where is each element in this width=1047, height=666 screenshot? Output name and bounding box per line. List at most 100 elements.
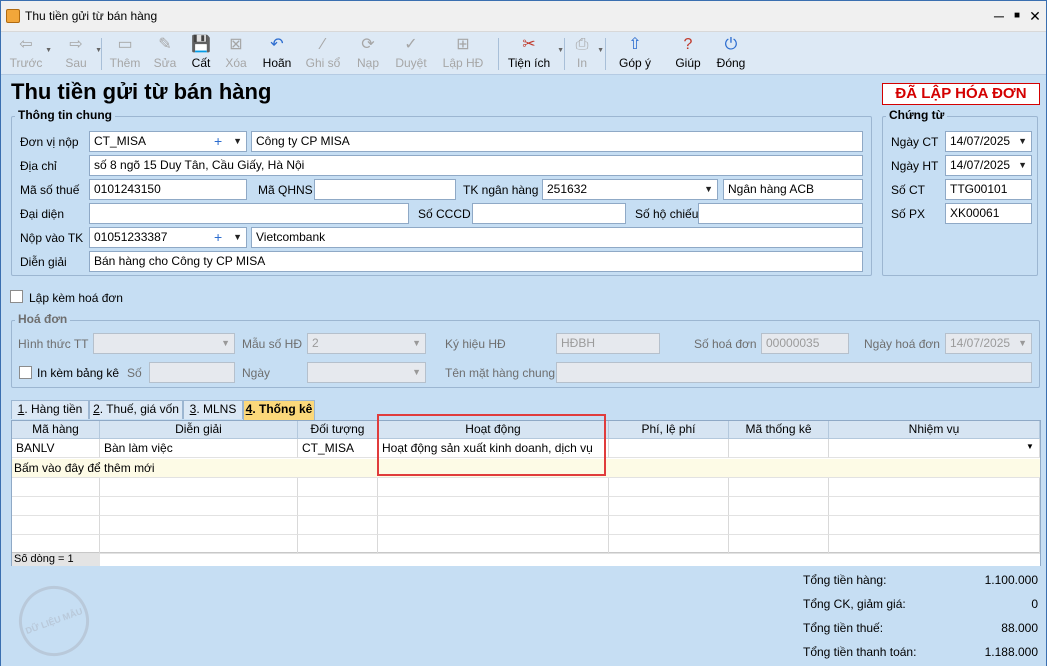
empty-cell[interactable] [609, 516, 729, 535]
column-header[interactable]: Nhiệm vụ [829, 421, 1040, 439]
close-button[interactable]: ✕ [1025, 6, 1045, 26]
tab-2[interactable]: 2. Thuế, giá vốn [89, 400, 183, 419]
empty-cell[interactable] [829, 497, 1040, 516]
chevron-down-icon[interactable]: ▼ [704, 180, 713, 199]
deposit-account-field[interactable]: 01051233387 + ▼ [89, 227, 247, 248]
toolbar-button-3[interactable]: ✎ Sửa [151, 35, 179, 73]
table-cell[interactable] [729, 439, 829, 458]
table-cell[interactable]: Bàn làm việc [100, 439, 298, 458]
table-cell[interactable]: CT_MISA [298, 439, 378, 458]
column-header[interactable]: Phí, lệ phí [609, 421, 729, 439]
chevron-down-icon[interactable]: ▼ [412, 363, 421, 382]
empty-cell[interactable] [298, 478, 378, 497]
payment-form-select[interactable]: ▼ [93, 333, 235, 354]
template-select[interactable]: 2 ▼ [307, 333, 426, 354]
toolbar-button-8[interactable]: ⟳ Nạp [353, 35, 383, 73]
empty-cell[interactable] [378, 478, 609, 497]
invoice-date-field[interactable]: 14/07/2025 ▼ [945, 333, 1032, 354]
qhns-field[interactable] [314, 179, 456, 200]
representative-field[interactable] [89, 203, 409, 224]
column-header[interactable]: Mã thống kê [729, 421, 829, 439]
common-item-field[interactable] [556, 362, 1032, 383]
toolbar-button-2[interactable]: ▭ Thêm [109, 35, 141, 73]
column-header[interactable]: Đối tượng [298, 421, 378, 439]
empty-cell[interactable] [298, 497, 378, 516]
empty-cell[interactable] [12, 478, 100, 497]
maximize-button[interactable]: ■ [1007, 6, 1027, 26]
dropdown-arrow-icon[interactable]: ▼ [45, 47, 52, 54]
table-cell[interactable] [609, 439, 729, 458]
dropdown-arrow-icon[interactable]: ▼ [597, 47, 604, 54]
chevron-down-icon[interactable]: ▼ [221, 334, 230, 353]
attachment-number-field[interactable] [149, 362, 235, 383]
toolbar-button-0[interactable]: ⇦ Trước ▼ [9, 35, 52, 73]
empty-cell[interactable] [729, 516, 829, 535]
chevron-down-icon[interactable]: ▼ [1018, 132, 1027, 151]
toolbar-button-14[interactable]: ? Giúp [671, 35, 705, 73]
empty-cell[interactable] [609, 535, 729, 554]
empty-cell[interactable] [609, 497, 729, 516]
bank-account-field[interactable]: 251632 ▼ [542, 179, 718, 200]
empty-cell[interactable] [100, 535, 298, 554]
toolbar-button-4[interactable]: 💾 Cất [189, 35, 213, 73]
payer-name-field[interactable]: Công ty CP MISA [251, 131, 863, 152]
tab-3[interactable]: 3. MLNS [183, 400, 243, 419]
empty-cell[interactable] [729, 497, 829, 516]
description-field[interactable]: Bán hàng cho Công ty CP MISA [89, 251, 863, 272]
empty-cell[interactable] [100, 478, 298, 497]
column-header[interactable]: Diễn giải [100, 421, 298, 439]
toolbar-button-6[interactable]: ↶ Hoãn [259, 35, 295, 73]
empty-cell[interactable] [729, 478, 829, 497]
payer-code-field[interactable]: CT_MISA + ▼ [89, 131, 247, 152]
empty-cell[interactable] [12, 535, 100, 554]
voucher-number-field[interactable]: TTG00101 [945, 179, 1032, 200]
attachment-date-select[interactable]: ▼ [307, 362, 426, 383]
cccd-field[interactable] [472, 203, 626, 224]
empty-cell[interactable] [100, 497, 298, 516]
chevron-down-icon[interactable]: ▼ [1018, 156, 1027, 175]
empty-cell[interactable] [100, 516, 298, 535]
voucher-date-field[interactable]: 14/07/2025 ▼ [945, 131, 1032, 152]
taxcode-field[interactable]: 0101243150 [89, 179, 247, 200]
toolbar-button-1[interactable]: ⇨ Sau ▼ [59, 35, 102, 73]
export-number-field[interactable]: XK00061 [945, 203, 1032, 224]
toolbar-button-5[interactable]: ⊠ Xóa [223, 35, 249, 73]
toolbar-button-7[interactable]: ∕ Ghi sổ [303, 35, 343, 73]
toolbar-button-12[interactable]: ⎙ In ▼ [569, 35, 604, 73]
toolbar-button-9[interactable]: ✓ Duyệt [391, 35, 431, 73]
deposit-bank-field[interactable]: Vietcombank [251, 227, 863, 248]
chevron-down-icon[interactable]: ▼ [1026, 442, 1034, 451]
table-cell[interactable]: BANLV [12, 439, 100, 458]
empty-cell[interactable] [729, 535, 829, 554]
attach-invoice-checkbox[interactable] [10, 290, 23, 303]
tab-4[interactable]: 4. Thống kê [243, 400, 315, 420]
print-attachment-checkbox[interactable] [19, 366, 32, 379]
add-icon[interactable]: + [214, 132, 222, 151]
empty-cell[interactable] [829, 478, 1040, 497]
empty-cell[interactable] [609, 478, 729, 497]
empty-cell[interactable] [298, 535, 378, 554]
table-cell[interactable] [829, 439, 1040, 458]
column-header[interactable]: Mã hàng [12, 421, 100, 439]
chevron-down-icon[interactable]: ▼ [233, 228, 242, 247]
chevron-down-icon[interactable]: ▼ [412, 334, 421, 353]
tab-1[interactable]: 1. Hàng tiền [11, 400, 89, 419]
toolbar-button-10[interactable]: ⊞ Lập HĐ [439, 35, 487, 73]
invoice-symbol-field[interactable]: HĐBH [556, 333, 660, 354]
empty-cell[interactable] [298, 516, 378, 535]
add-icon[interactable]: + [214, 228, 222, 247]
minimize-button[interactable]: ─ [989, 6, 1009, 26]
empty-cell[interactable] [378, 535, 609, 554]
empty-cell[interactable] [829, 516, 1040, 535]
empty-cell[interactable] [12, 497, 100, 516]
empty-cell[interactable] [378, 516, 609, 535]
chevron-down-icon[interactable]: ▼ [233, 132, 242, 151]
toolbar-button-15[interactable]: ⏻ Đóng [711, 35, 751, 73]
toolbar-button-13[interactable]: ⇧ Góp ý [615, 35, 655, 73]
empty-cell[interactable] [829, 535, 1040, 554]
empty-cell[interactable] [378, 497, 609, 516]
chevron-down-icon[interactable]: ▼ [1018, 334, 1027, 353]
address-field[interactable]: số 8 ngõ 15 Duy Tân, Cầu Giấy, Hà Nội [89, 155, 863, 176]
empty-cell[interactable] [12, 516, 100, 535]
passport-field[interactable] [698, 203, 863, 224]
